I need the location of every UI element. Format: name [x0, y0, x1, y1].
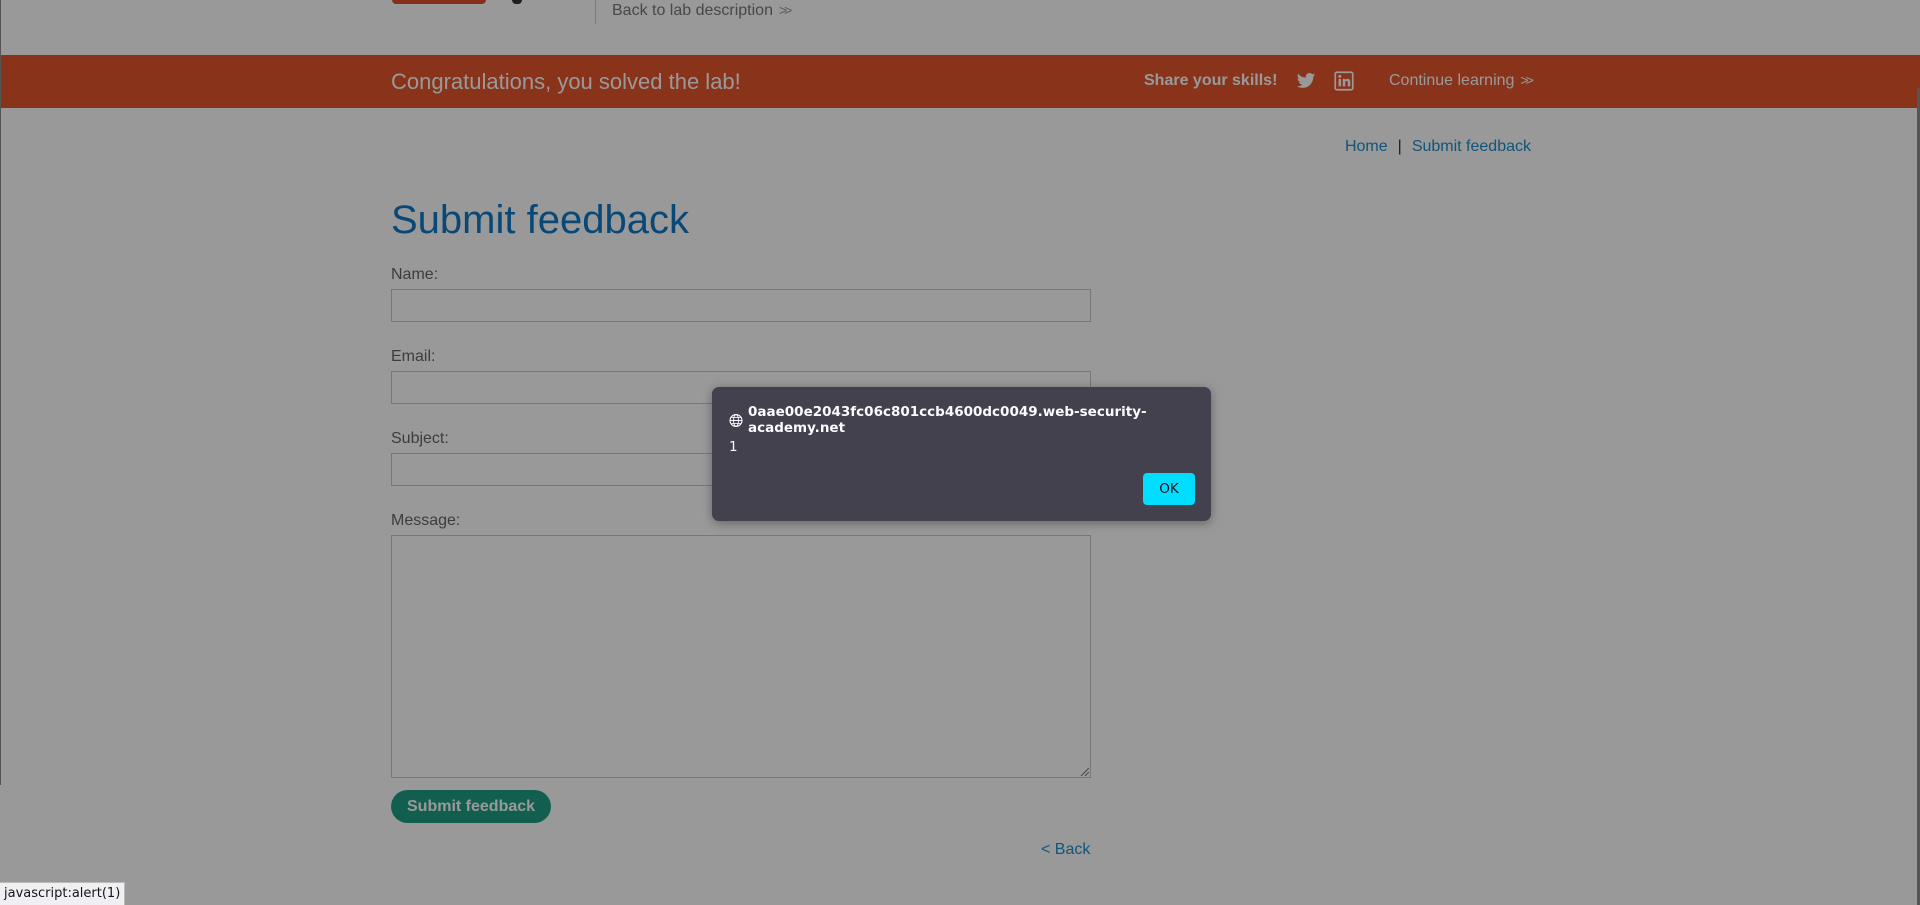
dialog-origin-text: 0aae00e2043fc06c801ccb4600dc0049.web-sec… [748, 404, 1147, 436]
ok-button[interactable]: OK [1143, 473, 1195, 505]
dialog-origin: 0aae00e2043fc06c801ccb4600dc0049.web-sec… [729, 404, 1211, 436]
globe-icon [729, 413, 743, 427]
status-bar: javascript:alert(1) [0, 882, 126, 905]
window-edge [0, 0, 1, 785]
page: Back to lab description >> Congratulation… [0, 0, 1920, 905]
dialog-message: 1 [729, 439, 738, 455]
alert-dialog: 0aae00e2043fc06c801ccb4600dc0049.web-sec… [712, 387, 1211, 521]
